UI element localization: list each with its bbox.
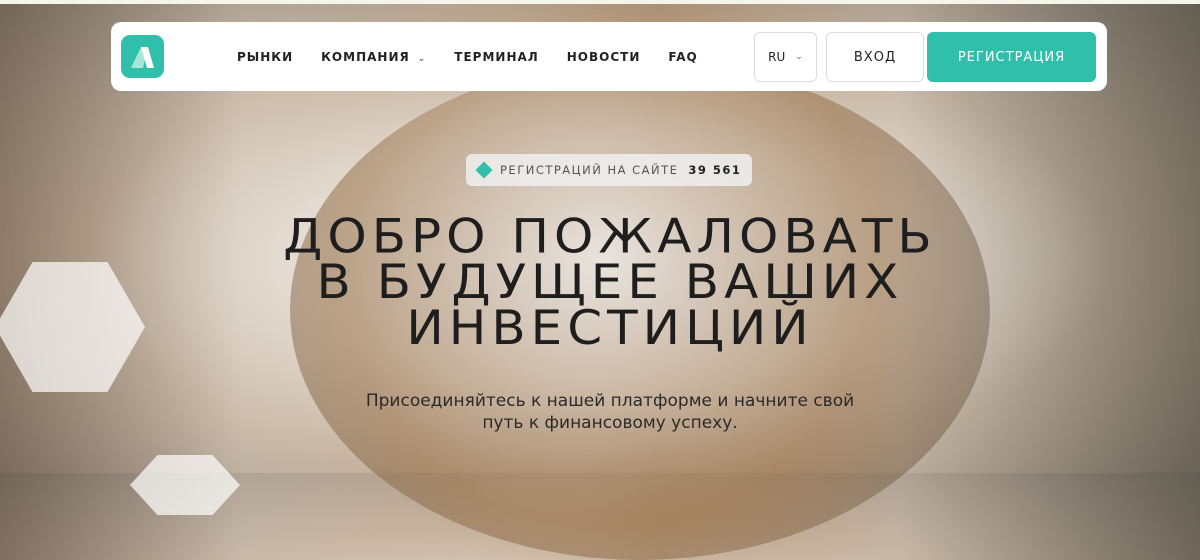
login-button[interactable]: ВХОД	[826, 32, 924, 82]
chevron-down-icon: ⌄	[795, 52, 803, 62]
hero-subtitle: Присоединяйтесь к нашей платформе и начн…	[340, 390, 880, 434]
pin-icon	[475, 161, 493, 179]
hero-title-line: ДОБРО ПОЖАЛОВАТЬ	[283, 208, 937, 264]
navbar: РЫНКИ КОМПАНИЯ ⌄ ТЕРМИНАЛ НОВОСТИ FAQ RU ⌄…	[111, 22, 1107, 91]
language-value: RU	[768, 50, 786, 64]
hero-subtitle-line: Присоединяйтесь к нашей платформе и начн…	[365, 391, 855, 411]
nav-company[interactable]: КОМПАНИЯ ⌄	[321, 50, 426, 64]
nav-faq[interactable]: FAQ	[668, 50, 697, 64]
top-strip	[0, 0, 1200, 4]
logo-icon[interactable]	[121, 35, 164, 78]
hero-title: ДОБРО ПОЖАЛОВАТЬ В БУДУЩЕЕ ВАШИХ ИНВЕСТИ…	[250, 208, 970, 356]
language-select[interactable]: RU ⌄	[754, 32, 817, 82]
hero-title-line: В БУДУЩЕЕ ВАШИХ	[316, 254, 904, 310]
hex-decoration	[130, 455, 240, 515]
hero-subtitle-line: путь к финансовому успеху.	[482, 413, 738, 433]
register-button[interactable]: РЕГИСТРАЦИЯ	[927, 32, 1096, 82]
hex-decoration	[0, 262, 145, 392]
nav-company-label: КОМПАНИЯ	[321, 49, 410, 64]
nav-news[interactable]: НОВОСТИ	[567, 50, 641, 64]
badge-label: РЕГИСТРАЦИЙ НА САЙТЕ	[500, 163, 679, 177]
nav-terminal[interactable]: ТЕРМИНАЛ	[454, 50, 538, 64]
nav-markets[interactable]: РЫНКИ	[237, 50, 293, 64]
hero-title-line: ИНВЕСТИЦИЙ	[406, 300, 814, 356]
registrations-count: 39 561	[688, 163, 742, 177]
registrations-badge: РЕГИСТРАЦИЙ НА САЙТЕ 39 561	[466, 154, 752, 186]
chevron-down-icon: ⌄	[417, 53, 427, 64]
